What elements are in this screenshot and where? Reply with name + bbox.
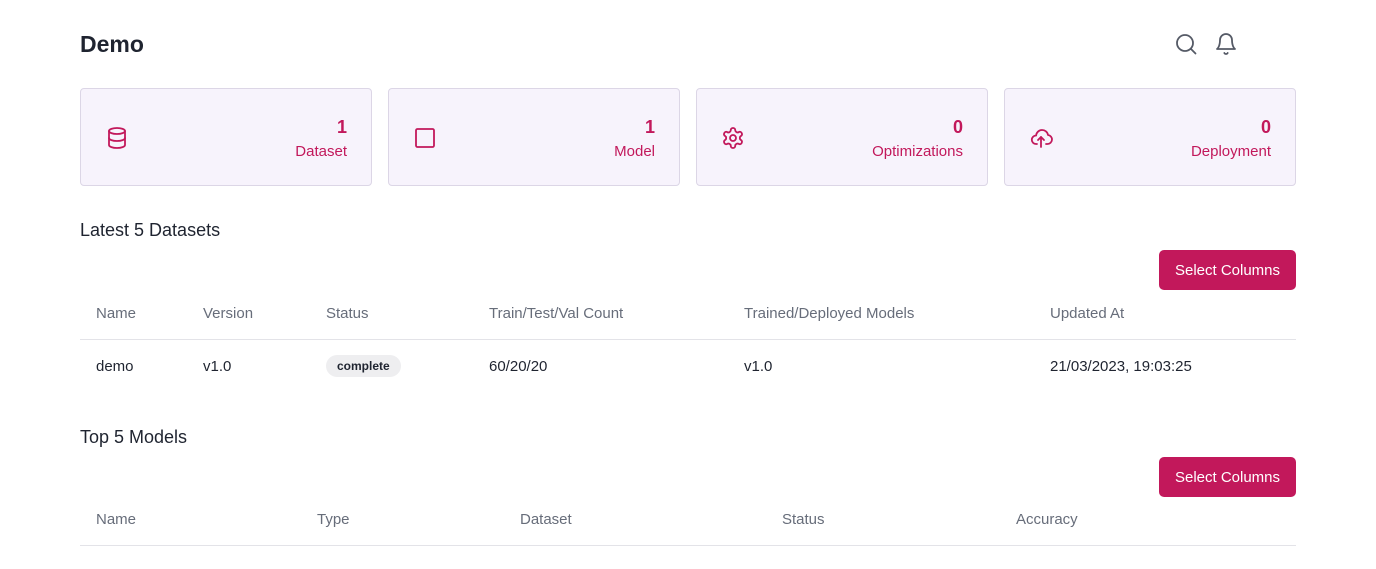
- cloud-upload-icon: [1029, 126, 1053, 150]
- stat-card-model[interactable]: 1 Model: [388, 88, 680, 186]
- stat-label: Optimizations: [872, 143, 963, 160]
- bell-icon[interactable]: [1214, 30, 1238, 58]
- cell-version: v1.0: [203, 357, 232, 375]
- header-actions: [1174, 30, 1238, 58]
- column-header[interactable]: Dataset: [504, 495, 766, 546]
- square-icon: [413, 126, 437, 150]
- table-row[interactable]: demo v1.0 complete 60/20/20 v1.0 21/03/2…: [80, 339, 1296, 393]
- datasets-section-title: Latest 5 Datasets: [80, 220, 221, 240]
- models-table: Name Type Dataset Status Accuracy: [80, 495, 1296, 546]
- stat-card-deployment[interactable]: 0 Deployment: [1004, 88, 1296, 186]
- stat-value: 0: [1260, 117, 1271, 137]
- column-header[interactable]: Updated At: [1034, 289, 1296, 340]
- stat-card-optimizations[interactable]: 0 Optimizations: [696, 88, 988, 186]
- search-icon[interactable]: [1174, 30, 1198, 58]
- status-badge: complete: [326, 355, 401, 378]
- models-select-columns-button[interactable]: Select Columns: [1159, 457, 1296, 497]
- gear-icon: [721, 126, 745, 150]
- column-header[interactable]: Status: [766, 495, 1000, 546]
- page-header: Demo: [80, 30, 1296, 60]
- column-header[interactable]: Status: [310, 289, 473, 340]
- cell-models: v1.0: [744, 357, 773, 375]
- stat-label: Model: [614, 143, 655, 160]
- table-header-row: Name Version Status Train/Test/Val Count…: [80, 289, 1296, 340]
- page-title: Demo: [80, 31, 144, 57]
- column-header[interactable]: Name: [80, 495, 301, 546]
- column-header[interactable]: Type: [301, 495, 504, 546]
- column-header[interactable]: Accuracy: [1000, 495, 1296, 546]
- database-icon: [105, 126, 129, 150]
- column-header[interactable]: Version: [187, 289, 310, 340]
- stat-label: Deployment: [1190, 143, 1271, 160]
- cell-name[interactable]: demo: [80, 339, 187, 393]
- stat-card-dataset[interactable]: 1 Dataset: [80, 88, 372, 186]
- stat-value: 1: [644, 117, 655, 137]
- datasets-select-columns-button[interactable]: Select Columns: [1159, 250, 1296, 290]
- cell-status: complete: [310, 339, 473, 393]
- cell-count: 60/20/20: [489, 357, 548, 375]
- column-header[interactable]: Trained/Deployed Models: [728, 289, 1034, 340]
- column-header[interactable]: Train/Test/Val Count: [473, 289, 728, 340]
- stat-label: Dataset: [295, 143, 347, 160]
- table-header-row: Name Type Dataset Status Accuracy: [80, 495, 1296, 546]
- stat-value: 0: [952, 117, 963, 137]
- stat-value: 1: [336, 117, 347, 137]
- cell-updated: 21/03/2023, 19:03:25: [1050, 357, 1192, 375]
- stats-cards: 1 Dataset 1 Model 0 Optimizations 0 Depl…: [80, 88, 1296, 186]
- models-section-title: Top 5 Models: [80, 427, 188, 447]
- datasets-table: Name Version Status Train/Test/Val Count…: [80, 289, 1296, 393]
- column-header[interactable]: Name: [80, 289, 187, 340]
